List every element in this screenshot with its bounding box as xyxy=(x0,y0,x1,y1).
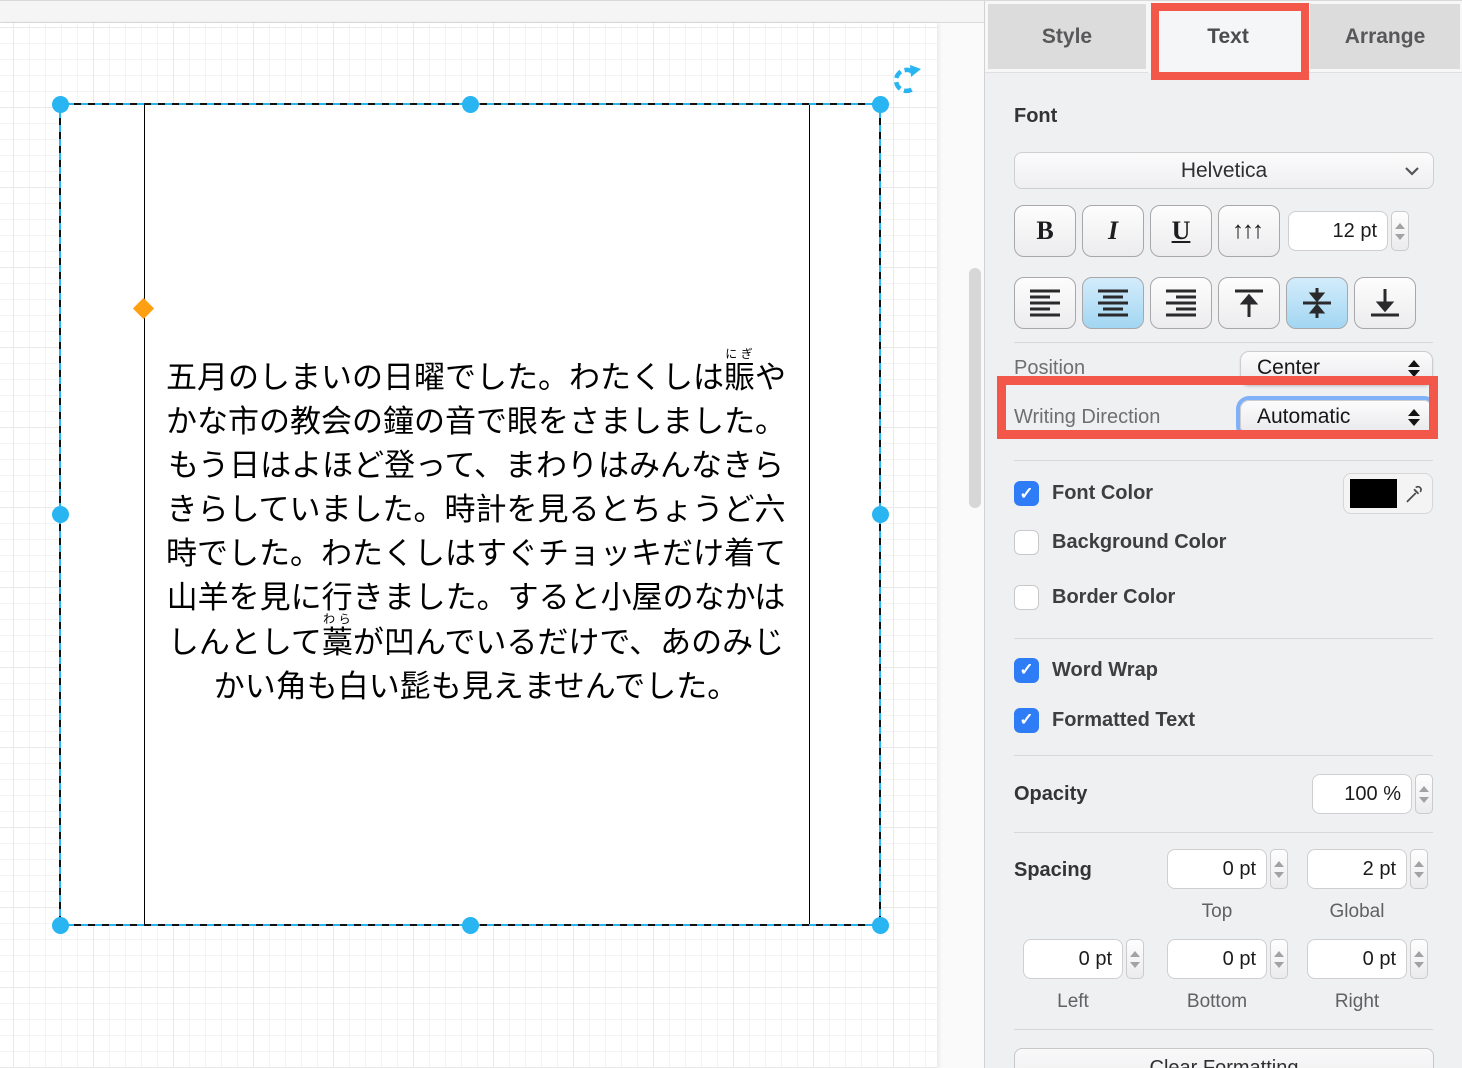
formatted-text-label: Formatted Text xyxy=(1052,709,1195,732)
word-wrap-label: Word Wrap xyxy=(1052,659,1158,682)
spacing-global-caption: Global xyxy=(1307,901,1407,923)
updown-arrows-icon xyxy=(1408,409,1420,426)
spacing-left-stepper[interactable] xyxy=(1126,939,1144,979)
spacing-bottom-field[interactable]: 0 pt xyxy=(1167,939,1267,979)
valign-top-icon xyxy=(1232,287,1266,319)
border-color-checkbox[interactable] xyxy=(1014,585,1039,610)
divider xyxy=(1014,755,1433,756)
spacing-left-field[interactable]: 0 pt xyxy=(1023,939,1123,979)
font-section-title: Font xyxy=(1014,73,1433,128)
vertical-text-button[interactable]: ↑↑↑ xyxy=(1218,205,1280,257)
font-size-field[interactable]: 12 pt xyxy=(1288,211,1388,251)
divider xyxy=(1014,638,1433,639)
resize-handle-e[interactable] xyxy=(872,506,889,523)
resize-handle-se[interactable] xyxy=(872,917,889,934)
bold-button[interactable]: B xyxy=(1014,205,1076,257)
align-right-button[interactable] xyxy=(1150,277,1212,329)
drawio-text-format-window: 五月のしまいの日曜でした。わたくしは賑にぎやかな市の教会の鐘の音で眼をさましまし… xyxy=(0,0,1462,1068)
opacity-stepper[interactable] xyxy=(1415,774,1433,814)
divider xyxy=(1014,460,1433,461)
rotate-icon[interactable] xyxy=(890,63,922,95)
spacing-left-caption: Left xyxy=(1023,991,1123,1013)
valign-top-button[interactable] xyxy=(1218,277,1280,329)
resize-handle-ne[interactable] xyxy=(872,96,889,113)
border-color-label: Border Color xyxy=(1052,586,1175,609)
position-select[interactable]: Center xyxy=(1240,351,1433,386)
canvas-top-strip xyxy=(0,1,984,23)
spacing-top-field[interactable]: 0 pt xyxy=(1167,849,1267,889)
valign-bottom-button[interactable] xyxy=(1354,277,1416,329)
tab-arrange[interactable]: Arrange xyxy=(1310,4,1460,69)
divider xyxy=(1014,1029,1433,1030)
resize-handle-sw[interactable] xyxy=(52,917,69,934)
stepper-down-icon xyxy=(1419,797,1429,803)
spacing-right-caption: Right xyxy=(1307,991,1407,1013)
writing-direction-value: Automatic xyxy=(1257,405,1350,429)
word-wrap-checkbox[interactable] xyxy=(1014,658,1039,683)
tab-style[interactable]: Style xyxy=(988,4,1146,69)
position-label: Position xyxy=(1014,357,1085,380)
font-family-value: Helvetica xyxy=(1181,159,1267,183)
formatted-text-checkbox[interactable] xyxy=(1014,708,1039,733)
resize-handle-s[interactable] xyxy=(462,917,479,934)
shape-right-border xyxy=(809,104,810,925)
align-right-icon xyxy=(1164,288,1198,318)
font-color-swatch-box[interactable] xyxy=(1343,473,1433,514)
opacity-label: Opacity xyxy=(1014,783,1087,806)
font-color-checkbox[interactable] xyxy=(1014,481,1039,506)
background-color-label: Background Color xyxy=(1052,531,1226,554)
font-color-swatch[interactable] xyxy=(1350,479,1397,508)
spacing-top-caption: Top xyxy=(1167,901,1267,923)
writing-direction-select[interactable]: Automatic xyxy=(1240,400,1433,435)
align-center-icon xyxy=(1096,288,1130,318)
spacing-top-stepper[interactable] xyxy=(1270,849,1288,889)
align-center-button[interactable] xyxy=(1082,277,1144,329)
chevron-down-icon xyxy=(1404,166,1420,176)
format-tabbar: Style Text Arrange xyxy=(985,1,1462,73)
opacity-field[interactable]: 100 % xyxy=(1312,774,1412,814)
valign-middle-button[interactable] xyxy=(1286,277,1348,329)
eyedropper-icon[interactable] xyxy=(1402,482,1426,506)
updown-arrows-icon xyxy=(1408,360,1420,377)
align-left-icon xyxy=(1028,288,1062,318)
format-panel: Style Text Arrange Font Helvetica B I U … xyxy=(984,1,1462,1068)
align-left-button[interactable] xyxy=(1014,277,1076,329)
background-color-checkbox[interactable] xyxy=(1014,530,1039,555)
divider xyxy=(1014,832,1433,833)
underline-button[interactable]: U xyxy=(1150,205,1212,257)
resize-handle-n[interactable] xyxy=(462,96,479,113)
writing-direction-label: Writing Direction xyxy=(1014,406,1160,429)
spacing-bottom-caption: Bottom xyxy=(1167,991,1267,1013)
valign-middle-icon xyxy=(1300,287,1334,319)
stepper-up-icon xyxy=(1395,223,1405,229)
shape-text-wrap: 五月のしまいの日曜でした。わたくしは賑にぎやかな市の教会の鐘の音で眼をさましまし… xyxy=(156,104,796,925)
valign-bottom-icon xyxy=(1368,287,1402,319)
spacing-label: Spacing xyxy=(1014,859,1092,882)
spacing-right-stepper[interactable] xyxy=(1410,939,1428,979)
canvas-area[interactable]: 五月のしまいの日曜でした。わたくしは賑にぎやかな市の教会の鐘の音で眼をさましまし… xyxy=(0,1,984,1068)
resize-handle-nw[interactable] xyxy=(52,96,69,113)
shape-left-border xyxy=(144,104,145,925)
spacing-global-field[interactable]: 2 pt xyxy=(1307,849,1407,889)
clear-formatting-button[interactable]: Clear Formatting xyxy=(1014,1048,1434,1068)
stepper-up-icon xyxy=(1419,786,1429,792)
selected-text-shape[interactable]: 五月のしまいの日曜でした。わたくしは賑にぎやかな市の教会の鐘の音で眼をさましまし… xyxy=(60,104,880,925)
divider xyxy=(1014,342,1433,343)
position-value: Center xyxy=(1257,356,1320,380)
tab-text[interactable]: Text xyxy=(1148,1,1308,73)
stepper-down-icon xyxy=(1395,234,1405,240)
font-family-select[interactable]: Helvetica xyxy=(1014,152,1434,189)
resize-handle-w[interactable] xyxy=(52,506,69,523)
font-size-stepper[interactable] xyxy=(1391,211,1409,251)
spacing-global-stepper[interactable] xyxy=(1410,849,1428,889)
vertical-scrollbar[interactable] xyxy=(969,268,981,508)
font-color-label: Font Color xyxy=(1052,482,1153,505)
spacing-bottom-stepper[interactable] xyxy=(1270,939,1288,979)
spacing-right-field[interactable]: 0 pt xyxy=(1307,939,1407,979)
shape-text: 五月のしまいの日曜でした。わたくしは賑にぎやかな市の教会の鐘の音で眼をさましまし… xyxy=(156,347,796,709)
italic-button[interactable]: I xyxy=(1082,205,1144,257)
